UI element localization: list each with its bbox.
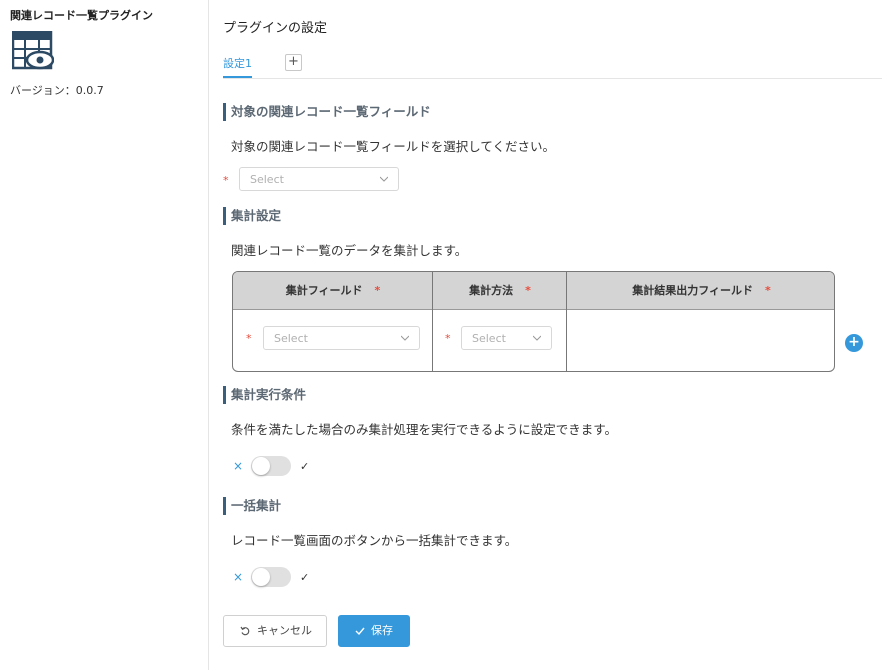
required-mark: * bbox=[765, 284, 771, 297]
bulk-toggle[interactable] bbox=[251, 567, 291, 587]
required-mark: * bbox=[223, 174, 229, 187]
section-desc-condition: 条件を満たした場合のみ集計処理を実行できるように設定できます。 bbox=[231, 422, 618, 437]
chevron-down-icon bbox=[533, 335, 541, 341]
aggregation-table: 集計フィールド * 集計方法 * 集計結果出力フィールド * * Select * S… bbox=[232, 271, 835, 372]
section-title-condition: 集計実行条件 bbox=[223, 386, 306, 404]
table-eye-icon bbox=[12, 31, 54, 70]
sidebar: 関連レコード一覧プラグイン バージョン：0.0.7 bbox=[0, 0, 209, 670]
check-icon bbox=[355, 627, 365, 636]
select-placeholder: Select bbox=[274, 332, 308, 345]
toggle-on-icon: ✓ bbox=[300, 571, 310, 584]
config-tabs: 設定1 + bbox=[223, 52, 882, 79]
section-title-aggregation: 集計設定 bbox=[223, 207, 281, 225]
agg-method-select[interactable]: Select bbox=[461, 326, 552, 350]
save-button[interactable]: 保存 bbox=[338, 615, 410, 647]
cancel-button-label: キャンセル bbox=[257, 624, 312, 637]
chevron-down-icon bbox=[401, 335, 409, 341]
column-divider bbox=[432, 272, 433, 371]
agg-field-select[interactable]: Select bbox=[263, 326, 420, 350]
tab-config-1[interactable]: 設定1 bbox=[223, 55, 252, 71]
column-divider bbox=[566, 272, 567, 371]
condition-toggle[interactable] bbox=[251, 456, 291, 476]
section-desc-target-field: 対象の関連レコード一覧フィールドを選択してください。 bbox=[231, 139, 556, 154]
column-header-agg-method: 集計方法 * bbox=[433, 272, 567, 310]
add-row-button[interactable]: + bbox=[845, 334, 863, 352]
cancel-button[interactable]: キャンセル bbox=[223, 615, 327, 647]
toggle-on-icon: ✓ bbox=[300, 460, 310, 473]
required-mark: * bbox=[374, 284, 381, 297]
select-placeholder: Select bbox=[250, 173, 284, 186]
select-placeholder: Select bbox=[472, 332, 506, 345]
column-header-output-field: 集計結果出力フィールド * bbox=[567, 272, 834, 310]
toggle-knob bbox=[252, 457, 270, 475]
column-header-label: 集計フィールド bbox=[285, 284, 363, 297]
undo-icon bbox=[240, 626, 250, 636]
page-title: プラグインの設定 bbox=[223, 21, 328, 36]
column-header-label: 集計結果出力フィールド bbox=[632, 284, 753, 297]
add-tab-button[interactable]: + bbox=[285, 54, 302, 71]
column-header-agg-field: 集計フィールド * bbox=[233, 272, 433, 310]
plugin-name: 関連レコード一覧プラグイン bbox=[10, 9, 153, 22]
main-content: プラグインの設定 設定1 + 対象の関連レコード一覧フィールド 対象の関連レコー… bbox=[223, 0, 882, 670]
toggle-off-icon: × bbox=[233, 570, 244, 584]
column-header-label: 集計方法 bbox=[469, 284, 514, 297]
chevron-down-icon bbox=[380, 176, 388, 182]
section-title-bulk: 一括集計 bbox=[223, 497, 281, 515]
required-mark: * bbox=[445, 332, 451, 345]
tab-active-underline bbox=[223, 76, 252, 78]
save-button-label: 保存 bbox=[371, 624, 393, 637]
toggle-knob bbox=[252, 568, 270, 586]
target-field-select[interactable]: Select bbox=[239, 167, 399, 191]
required-mark: * bbox=[525, 284, 531, 297]
section-desc-bulk: レコード一覧画面のボタンから一括集計できます。 bbox=[231, 533, 518, 548]
toggle-off-icon: × bbox=[233, 459, 244, 473]
plugin-version: バージョン：0.0.7 bbox=[10, 84, 104, 97]
section-title-target-field: 対象の関連レコード一覧フィールド bbox=[223, 103, 431, 121]
required-mark: * bbox=[246, 332, 252, 345]
section-desc-aggregation: 関連レコード一覧のデータを集計します。 bbox=[231, 243, 468, 258]
table-header-row: 集計フィールド * 集計方法 * 集計結果出力フィールド * bbox=[233, 272, 834, 310]
